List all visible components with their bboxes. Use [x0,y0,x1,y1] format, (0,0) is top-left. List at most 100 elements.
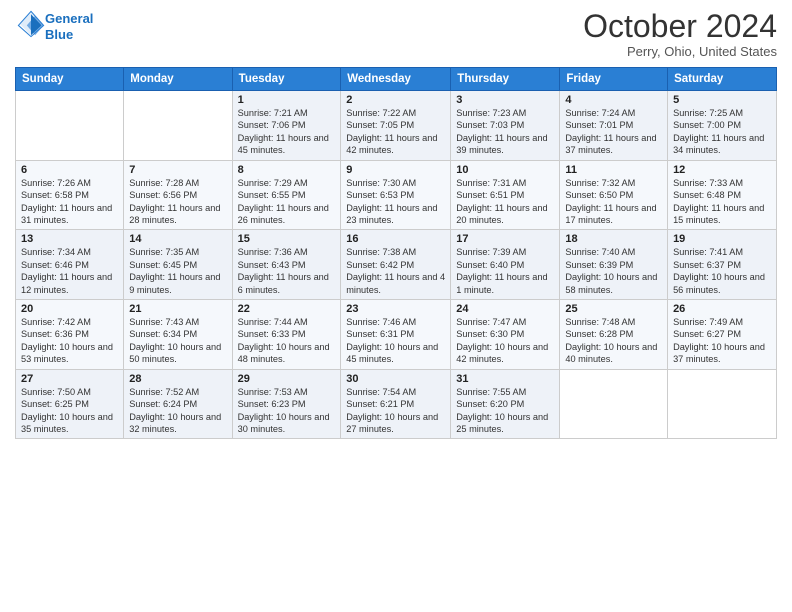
day-number: 11 [565,164,662,176]
week-row-2: 6Sunrise: 7:26 AMSunset: 6:58 PMDaylight… [16,160,777,230]
col-header-saturday: Saturday [668,68,777,91]
day-info: Sunrise: 7:21 AMSunset: 7:06 PMDaylight:… [238,107,336,157]
day-cell [560,369,668,439]
day-info: Sunrise: 7:48 AMSunset: 6:28 PMDaylight:… [565,316,662,366]
day-number: 20 [21,303,118,315]
day-number: 6 [21,164,118,176]
day-info: Sunrise: 7:40 AMSunset: 6:39 PMDaylight:… [565,246,662,296]
day-cell: 11Sunrise: 7:32 AMSunset: 6:50 PMDayligh… [560,160,668,230]
day-info: Sunrise: 7:30 AMSunset: 6:53 PMDaylight:… [346,177,445,227]
day-cell: 1Sunrise: 7:21 AMSunset: 7:06 PMDaylight… [232,91,341,161]
day-cell: 28Sunrise: 7:52 AMSunset: 6:24 PMDayligh… [124,369,232,439]
day-number: 3 [456,94,554,106]
day-info: Sunrise: 7:32 AMSunset: 6:50 PMDaylight:… [565,177,662,227]
logo-blue: Blue [45,27,73,42]
day-info: Sunrise: 7:46 AMSunset: 6:31 PMDaylight:… [346,316,445,366]
day-info: Sunrise: 7:54 AMSunset: 6:21 PMDaylight:… [346,386,445,436]
day-number: 28 [129,373,226,385]
day-cell [124,91,232,161]
day-info: Sunrise: 7:25 AMSunset: 7:00 PMDaylight:… [673,107,771,157]
day-number: 1 [238,94,336,106]
day-info: Sunrise: 7:34 AMSunset: 6:46 PMDaylight:… [21,246,118,296]
day-number: 17 [456,233,554,245]
day-info: Sunrise: 7:33 AMSunset: 6:48 PMDaylight:… [673,177,771,227]
week-row-4: 20Sunrise: 7:42 AMSunset: 6:36 PMDayligh… [16,300,777,370]
day-cell: 19Sunrise: 7:41 AMSunset: 6:37 PMDayligh… [668,230,777,300]
day-cell: 13Sunrise: 7:34 AMSunset: 6:46 PMDayligh… [16,230,124,300]
day-number: 25 [565,303,662,315]
day-cell: 20Sunrise: 7:42 AMSunset: 6:36 PMDayligh… [16,300,124,370]
day-cell: 10Sunrise: 7:31 AMSunset: 6:51 PMDayligh… [451,160,560,230]
day-info: Sunrise: 7:44 AMSunset: 6:33 PMDaylight:… [238,316,336,366]
day-number: 16 [346,233,445,245]
col-header-monday: Monday [124,68,232,91]
day-number: 23 [346,303,445,315]
day-cell: 21Sunrise: 7:43 AMSunset: 6:34 PMDayligh… [124,300,232,370]
day-cell: 26Sunrise: 7:49 AMSunset: 6:27 PMDayligh… [668,300,777,370]
location: Perry, Ohio, United States [583,44,777,59]
day-cell: 15Sunrise: 7:36 AMSunset: 6:43 PMDayligh… [232,230,341,300]
day-cell: 6Sunrise: 7:26 AMSunset: 6:58 PMDaylight… [16,160,124,230]
day-cell: 9Sunrise: 7:30 AMSunset: 6:53 PMDaylight… [341,160,451,230]
day-info: Sunrise: 7:52 AMSunset: 6:24 PMDaylight:… [129,386,226,436]
day-info: Sunrise: 7:36 AMSunset: 6:43 PMDaylight:… [238,246,336,296]
day-number: 24 [456,303,554,315]
col-header-tuesday: Tuesday [232,68,341,91]
day-info: Sunrise: 7:24 AMSunset: 7:01 PMDaylight:… [565,107,662,157]
day-info: Sunrise: 7:38 AMSunset: 6:42 PMDaylight:… [346,246,445,296]
day-cell: 31Sunrise: 7:55 AMSunset: 6:20 PMDayligh… [451,369,560,439]
day-info: Sunrise: 7:49 AMSunset: 6:27 PMDaylight:… [673,316,771,366]
col-header-friday: Friday [560,68,668,91]
day-number: 14 [129,233,226,245]
logo-general: General [45,11,93,26]
day-info: Sunrise: 7:26 AMSunset: 6:58 PMDaylight:… [21,177,118,227]
day-number: 4 [565,94,662,106]
day-cell: 24Sunrise: 7:47 AMSunset: 6:30 PMDayligh… [451,300,560,370]
day-cell: 2Sunrise: 7:22 AMSunset: 7:05 PMDaylight… [341,91,451,161]
day-cell: 12Sunrise: 7:33 AMSunset: 6:48 PMDayligh… [668,160,777,230]
day-info: Sunrise: 7:31 AMSunset: 6:51 PMDaylight:… [456,177,554,227]
day-cell: 14Sunrise: 7:35 AMSunset: 6:45 PMDayligh… [124,230,232,300]
title-block: October 2024 Perry, Ohio, United States [583,10,777,59]
day-cell [668,369,777,439]
day-cell: 23Sunrise: 7:46 AMSunset: 6:31 PMDayligh… [341,300,451,370]
day-cell: 25Sunrise: 7:48 AMSunset: 6:28 PMDayligh… [560,300,668,370]
day-cell: 27Sunrise: 7:50 AMSunset: 6:25 PMDayligh… [16,369,124,439]
col-header-thursday: Thursday [451,68,560,91]
day-number: 26 [673,303,771,315]
day-number: 5 [673,94,771,106]
day-number: 10 [456,164,554,176]
day-cell: 22Sunrise: 7:44 AMSunset: 6:33 PMDayligh… [232,300,341,370]
day-cell: 3Sunrise: 7:23 AMSunset: 7:03 PMDaylight… [451,91,560,161]
day-number: 30 [346,373,445,385]
day-cell: 8Sunrise: 7:29 AMSunset: 6:55 PMDaylight… [232,160,341,230]
logo: General Blue [15,10,93,43]
day-number: 12 [673,164,771,176]
day-number: 2 [346,94,445,106]
day-info: Sunrise: 7:29 AMSunset: 6:55 PMDaylight:… [238,177,336,227]
page: General Blue October 2024 Perry, Ohio, U… [0,0,792,612]
logo-icon [17,10,45,38]
day-info: Sunrise: 7:28 AMSunset: 6:56 PMDaylight:… [129,177,226,227]
day-number: 7 [129,164,226,176]
col-header-wednesday: Wednesday [341,68,451,91]
day-info: Sunrise: 7:41 AMSunset: 6:37 PMDaylight:… [673,246,771,296]
day-number: 8 [238,164,336,176]
header: General Blue October 2024 Perry, Ohio, U… [15,10,777,59]
day-info: Sunrise: 7:42 AMSunset: 6:36 PMDaylight:… [21,316,118,366]
day-cell: 29Sunrise: 7:53 AMSunset: 6:23 PMDayligh… [232,369,341,439]
day-cell: 30Sunrise: 7:54 AMSunset: 6:21 PMDayligh… [341,369,451,439]
day-number: 21 [129,303,226,315]
day-number: 15 [238,233,336,245]
calendar: SundayMondayTuesdayWednesdayThursdayFrid… [15,67,777,439]
day-number: 19 [673,233,771,245]
logo-text-line1: General [45,11,93,27]
day-cell [16,91,124,161]
calendar-header-row: SundayMondayTuesdayWednesdayThursdayFrid… [16,68,777,91]
day-info: Sunrise: 7:55 AMSunset: 6:20 PMDaylight:… [456,386,554,436]
week-row-1: 1Sunrise: 7:21 AMSunset: 7:06 PMDaylight… [16,91,777,161]
week-row-3: 13Sunrise: 7:34 AMSunset: 6:46 PMDayligh… [16,230,777,300]
col-header-sunday: Sunday [16,68,124,91]
day-number: 27 [21,373,118,385]
day-info: Sunrise: 7:22 AMSunset: 7:05 PMDaylight:… [346,107,445,157]
